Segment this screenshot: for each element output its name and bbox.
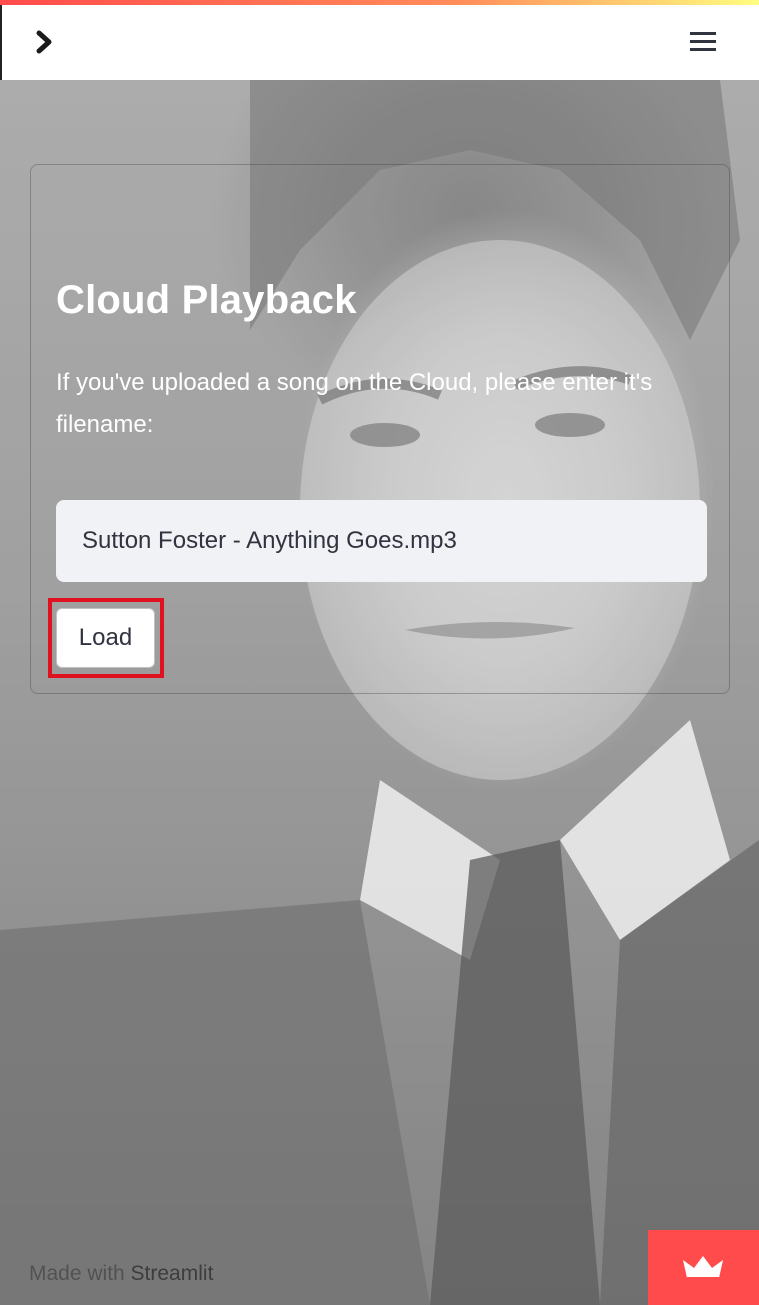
- load-button[interactable]: Load: [56, 608, 155, 668]
- chevron-right-icon[interactable]: [32, 27, 58, 57]
- crown-icon: [683, 1256, 723, 1279]
- footer-made-with-text: Made with: [29, 1262, 131, 1285]
- app-header: [0, 5, 759, 80]
- hamburger-menu-icon[interactable]: [686, 27, 722, 57]
- streamlit-badge[interactable]: [648, 1230, 759, 1305]
- filename-prompt: If you've uploaded a song on the Cloud, …: [56, 369, 653, 438]
- footer: Made with Streamlit: [29, 1262, 213, 1286]
- filename-input[interactable]: [56, 500, 707, 582]
- streamlit-link[interactable]: Streamlit: [131, 1262, 214, 1285]
- page-title: Cloud Playback: [56, 278, 357, 322]
